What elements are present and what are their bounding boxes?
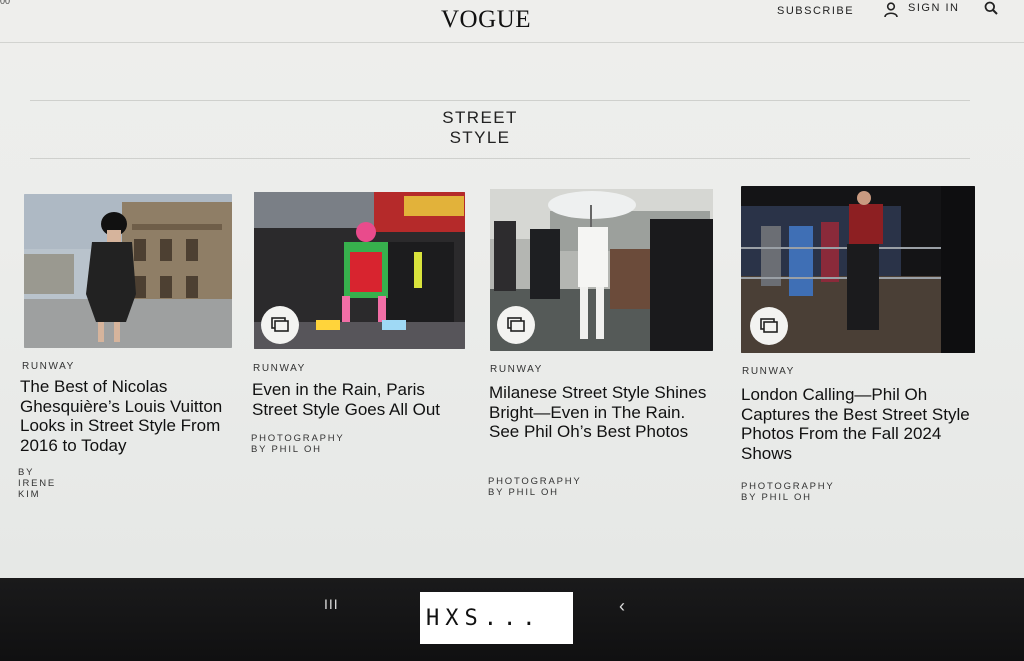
article-headline[interactable]: Even in the Rain, Paris Street Style Goe…	[252, 380, 464, 419]
article-image[interactable]	[254, 192, 465, 349]
divider-top	[30, 100, 970, 101]
article-byline: PHOTOGRAPHY BY PHIL OH	[488, 476, 582, 498]
article-category[interactable]: RUNWAY	[742, 366, 795, 377]
article-image[interactable]	[490, 189, 713, 351]
subscribe-link[interactable]: SUBSCRIBE	[777, 5, 854, 17]
article-category[interactable]: RUNWAY	[22, 361, 75, 372]
site-header: 00 VOGUE SUBSCRIBE SIGN IN	[0, 0, 1024, 43]
redaction-label: HXS...	[420, 592, 573, 644]
gallery-badge[interactable]	[497, 306, 535, 344]
user-icon[interactable]	[884, 2, 898, 18]
street-style-photo	[24, 194, 232, 348]
article-byline: PHOTOGRAPHY BY PHIL OH	[251, 433, 345, 455]
article-category[interactable]: RUNWAY	[490, 364, 543, 375]
article-category[interactable]: RUNWAY	[253, 363, 306, 374]
article-headline[interactable]: London Calling—Phil Oh Captures the Best…	[741, 385, 977, 463]
section-title-line1: STREET	[442, 108, 518, 127]
gallery-icon	[760, 318, 778, 333]
article-image[interactable]	[24, 194, 232, 348]
sign-in-link[interactable]: SIGN IN	[908, 2, 959, 14]
article-headline[interactable]: The Best of Nicolas Ghesquière’s Louis V…	[20, 377, 230, 455]
article-byline: PHOTOGRAPHY BY PHIL OH	[741, 481, 835, 503]
browser-viewport: 00 VOGUE SUBSCRIBE SIGN IN STREET STYLE	[0, 0, 1024, 578]
article-image[interactable]	[741, 186, 975, 353]
vogue-logo[interactable]: VOGUE	[441, 6, 531, 34]
gallery-badge[interactable]	[750, 307, 788, 345]
divider-bottom	[30, 158, 970, 159]
section-title-line2: STYLE	[449, 128, 511, 147]
recent-apps-button[interactable]: III	[324, 596, 339, 612]
gallery-badge[interactable]	[261, 306, 299, 344]
gallery-icon	[271, 317, 289, 332]
article-headline[interactable]: Milanese Street Style Shines Bright—Even…	[489, 383, 711, 442]
search-icon[interactable]	[984, 1, 998, 15]
gallery-icon	[507, 317, 525, 332]
back-button[interactable]: ‹	[619, 596, 625, 617]
section-title: STREET STYLE	[420, 108, 540, 148]
status-time: 00	[0, 0, 11, 6]
article-byline: BY IRENE KIM	[18, 467, 57, 500]
